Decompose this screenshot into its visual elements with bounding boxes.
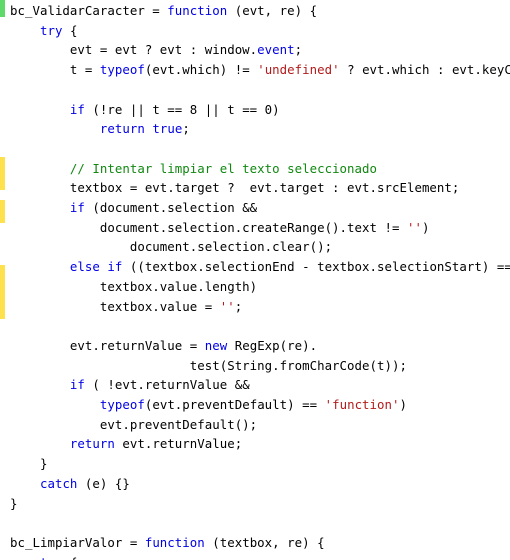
code-line[interactable]: // Intentar limpiar el texto seleccionad… bbox=[10, 159, 377, 179]
code-token-pln: ; bbox=[182, 121, 190, 137]
code-token-pln: } bbox=[10, 495, 18, 511]
code-line[interactable]: textbox.value.length) bbox=[10, 277, 257, 297]
code-token-kw: new bbox=[204, 337, 228, 353]
code-token-str: '' bbox=[219, 298, 235, 314]
code-token-pln: test(String.fromCharCode(t)); bbox=[10, 357, 407, 373]
code-token-pln: bc_LimpiarValor = bbox=[10, 534, 145, 550]
code-token-pln: ; bbox=[234, 298, 243, 314]
code-token-pln: (evt.preventDefault) == bbox=[144, 397, 325, 412]
code-token-pln: textbox.value.length) bbox=[10, 278, 258, 294]
code-line[interactable]: textbox = evt.target ? evt.target : evt.… bbox=[10, 178, 459, 198]
code-token-kw: else if bbox=[69, 259, 123, 275]
code-token-pln bbox=[10, 161, 70, 176]
code-line[interactable]: bc_ValidarCaracter = function (evt, re) … bbox=[10, 1, 317, 21]
code-token-pln bbox=[10, 121, 100, 136]
code-token-pln: ? evt.which : evt.keyCode; bbox=[347, 62, 510, 78]
code-token-pln: evt = evt ? evt : window. bbox=[10, 42, 258, 58]
code-line[interactable]: textbox.value = ''; bbox=[10, 297, 242, 317]
code-token-pln: ; bbox=[294, 42, 303, 58]
code-token-pln: document.selection.clear(); bbox=[10, 239, 333, 255]
code-token-pln bbox=[10, 377, 70, 392]
code-line[interactable]: if (document.selection && bbox=[10, 198, 257, 218]
code-token-kw: typeof bbox=[99, 397, 145, 412]
code-line[interactable]: test(String.fromCharCode(t)); bbox=[10, 356, 407, 376]
code-line[interactable]: if ( !evt.returnValue && bbox=[10, 375, 250, 395]
code-token-kw: event bbox=[257, 42, 295, 58]
code-token-pln: ) bbox=[421, 219, 430, 235]
code-token-kw: true bbox=[152, 121, 183, 137]
code-text-area[interactable]: bc_ValidarCaracter = function (evt, re) … bbox=[0, 0, 510, 560]
code-line[interactable]: try { bbox=[10, 21, 77, 41]
code-token-pln bbox=[10, 23, 40, 38]
code-token-kw: try bbox=[40, 555, 62, 560]
code-token-str: 'undefined' bbox=[257, 62, 340, 78]
code-token-pln: RegExp(re). bbox=[227, 337, 318, 353]
code-line[interactable]: evt.preventDefault(); bbox=[10, 415, 257, 435]
code-token-kw: catch bbox=[39, 475, 78, 491]
code-token-pln: textbox = evt.target ? evt.target : evt.… bbox=[10, 180, 460, 196]
code-line[interactable]: document.selection.clear(); bbox=[10, 237, 332, 257]
code-token-pln: ( !evt.returnValue && bbox=[84, 377, 250, 393]
code-line[interactable]: catch (e) {} bbox=[10, 474, 130, 494]
code-token-pln: ) bbox=[399, 397, 408, 412]
code-token-pln: (e) {} bbox=[77, 475, 130, 491]
code-line[interactable]: bc_LimpiarValor = function (textbox, re)… bbox=[10, 533, 325, 553]
code-token-pln: evt.returnValue = bbox=[10, 337, 205, 353]
code-token-pln bbox=[10, 555, 40, 560]
code-token-pln: (document.selection && bbox=[84, 200, 258, 215]
code-token-str: '' bbox=[406, 219, 422, 235]
code-line[interactable]: document.selection.createRange().text !=… bbox=[10, 218, 430, 238]
code-line[interactable]: return true; bbox=[10, 119, 190, 139]
code-token-pln: t = bbox=[10, 62, 100, 78]
code-token-pln: (!re || t == 8 || t == 0) bbox=[84, 101, 280, 117]
code-token-pln: document.selection.createRange().text != bbox=[10, 219, 407, 235]
code-token-cmt: // Intentar limpiar el texto seleccionad… bbox=[69, 160, 378, 176]
code-token-pln: } bbox=[10, 456, 48, 472]
code-token-pln: (textbox, re) { bbox=[204, 534, 325, 550]
code-token-kw: typeof bbox=[99, 62, 145, 78]
code-editor[interactable]: bc_ValidarCaracter = function (evt, re) … bbox=[0, 0, 510, 560]
code-token-pln: (evt, re) { bbox=[227, 3, 318, 18]
code-token-kw: if bbox=[69, 101, 85, 117]
code-token-pln bbox=[10, 436, 70, 451]
code-token-pln: { bbox=[62, 22, 78, 38]
code-line[interactable]: } bbox=[10, 454, 47, 474]
code-token-pln bbox=[10, 476, 40, 491]
code-token-pln: { bbox=[62, 555, 77, 560]
code-line[interactable]: else if ((textbox.selectionEnd - textbox… bbox=[10, 257, 510, 277]
code-token-kw: return bbox=[99, 121, 145, 137]
code-token-kw: function bbox=[167, 3, 228, 18]
code-line[interactable]: evt = evt ? evt : window.event; bbox=[10, 40, 302, 60]
code-line[interactable]: } bbox=[10, 494, 18, 514]
code-token-kw: try bbox=[39, 22, 63, 38]
code-token-pln bbox=[10, 259, 70, 274]
code-line[interactable]: return evt.returnValue; bbox=[10, 434, 242, 454]
code-token-pln: bc_ValidarCaracter = bbox=[10, 3, 168, 18]
code-line[interactable]: try { bbox=[10, 553, 77, 560]
code-token-pln bbox=[10, 200, 70, 215]
code-token-kw: if bbox=[69, 200, 85, 215]
code-token-pln: textbox.value = bbox=[10, 298, 220, 314]
code-token-pln bbox=[10, 102, 70, 117]
code-line[interactable]: evt.returnValue = new RegExp(re). bbox=[10, 336, 317, 356]
code-line[interactable]: t = typeof(evt.which) != 'undefined' ? e… bbox=[10, 60, 510, 80]
code-token-pln: (evt.which) != bbox=[144, 62, 258, 78]
code-token-pln: evt.returnValue; bbox=[114, 436, 243, 452]
code-token-kw: function bbox=[144, 534, 205, 550]
code-token-kw: return bbox=[69, 436, 115, 452]
code-token-str: 'function' bbox=[324, 397, 400, 412]
code-token-pln: evt.preventDefault(); bbox=[10, 416, 258, 432]
code-token-pln bbox=[10, 397, 100, 412]
code-line[interactable]: typeof(evt.preventDefault) == 'function'… bbox=[10, 395, 407, 415]
code-line[interactable]: if (!re || t == 8 || t == 0) bbox=[10, 100, 280, 120]
code-token-pln: ((textbox.selectionEnd - textbox.selecti… bbox=[122, 259, 510, 275]
code-token-kw: if bbox=[69, 377, 85, 393]
